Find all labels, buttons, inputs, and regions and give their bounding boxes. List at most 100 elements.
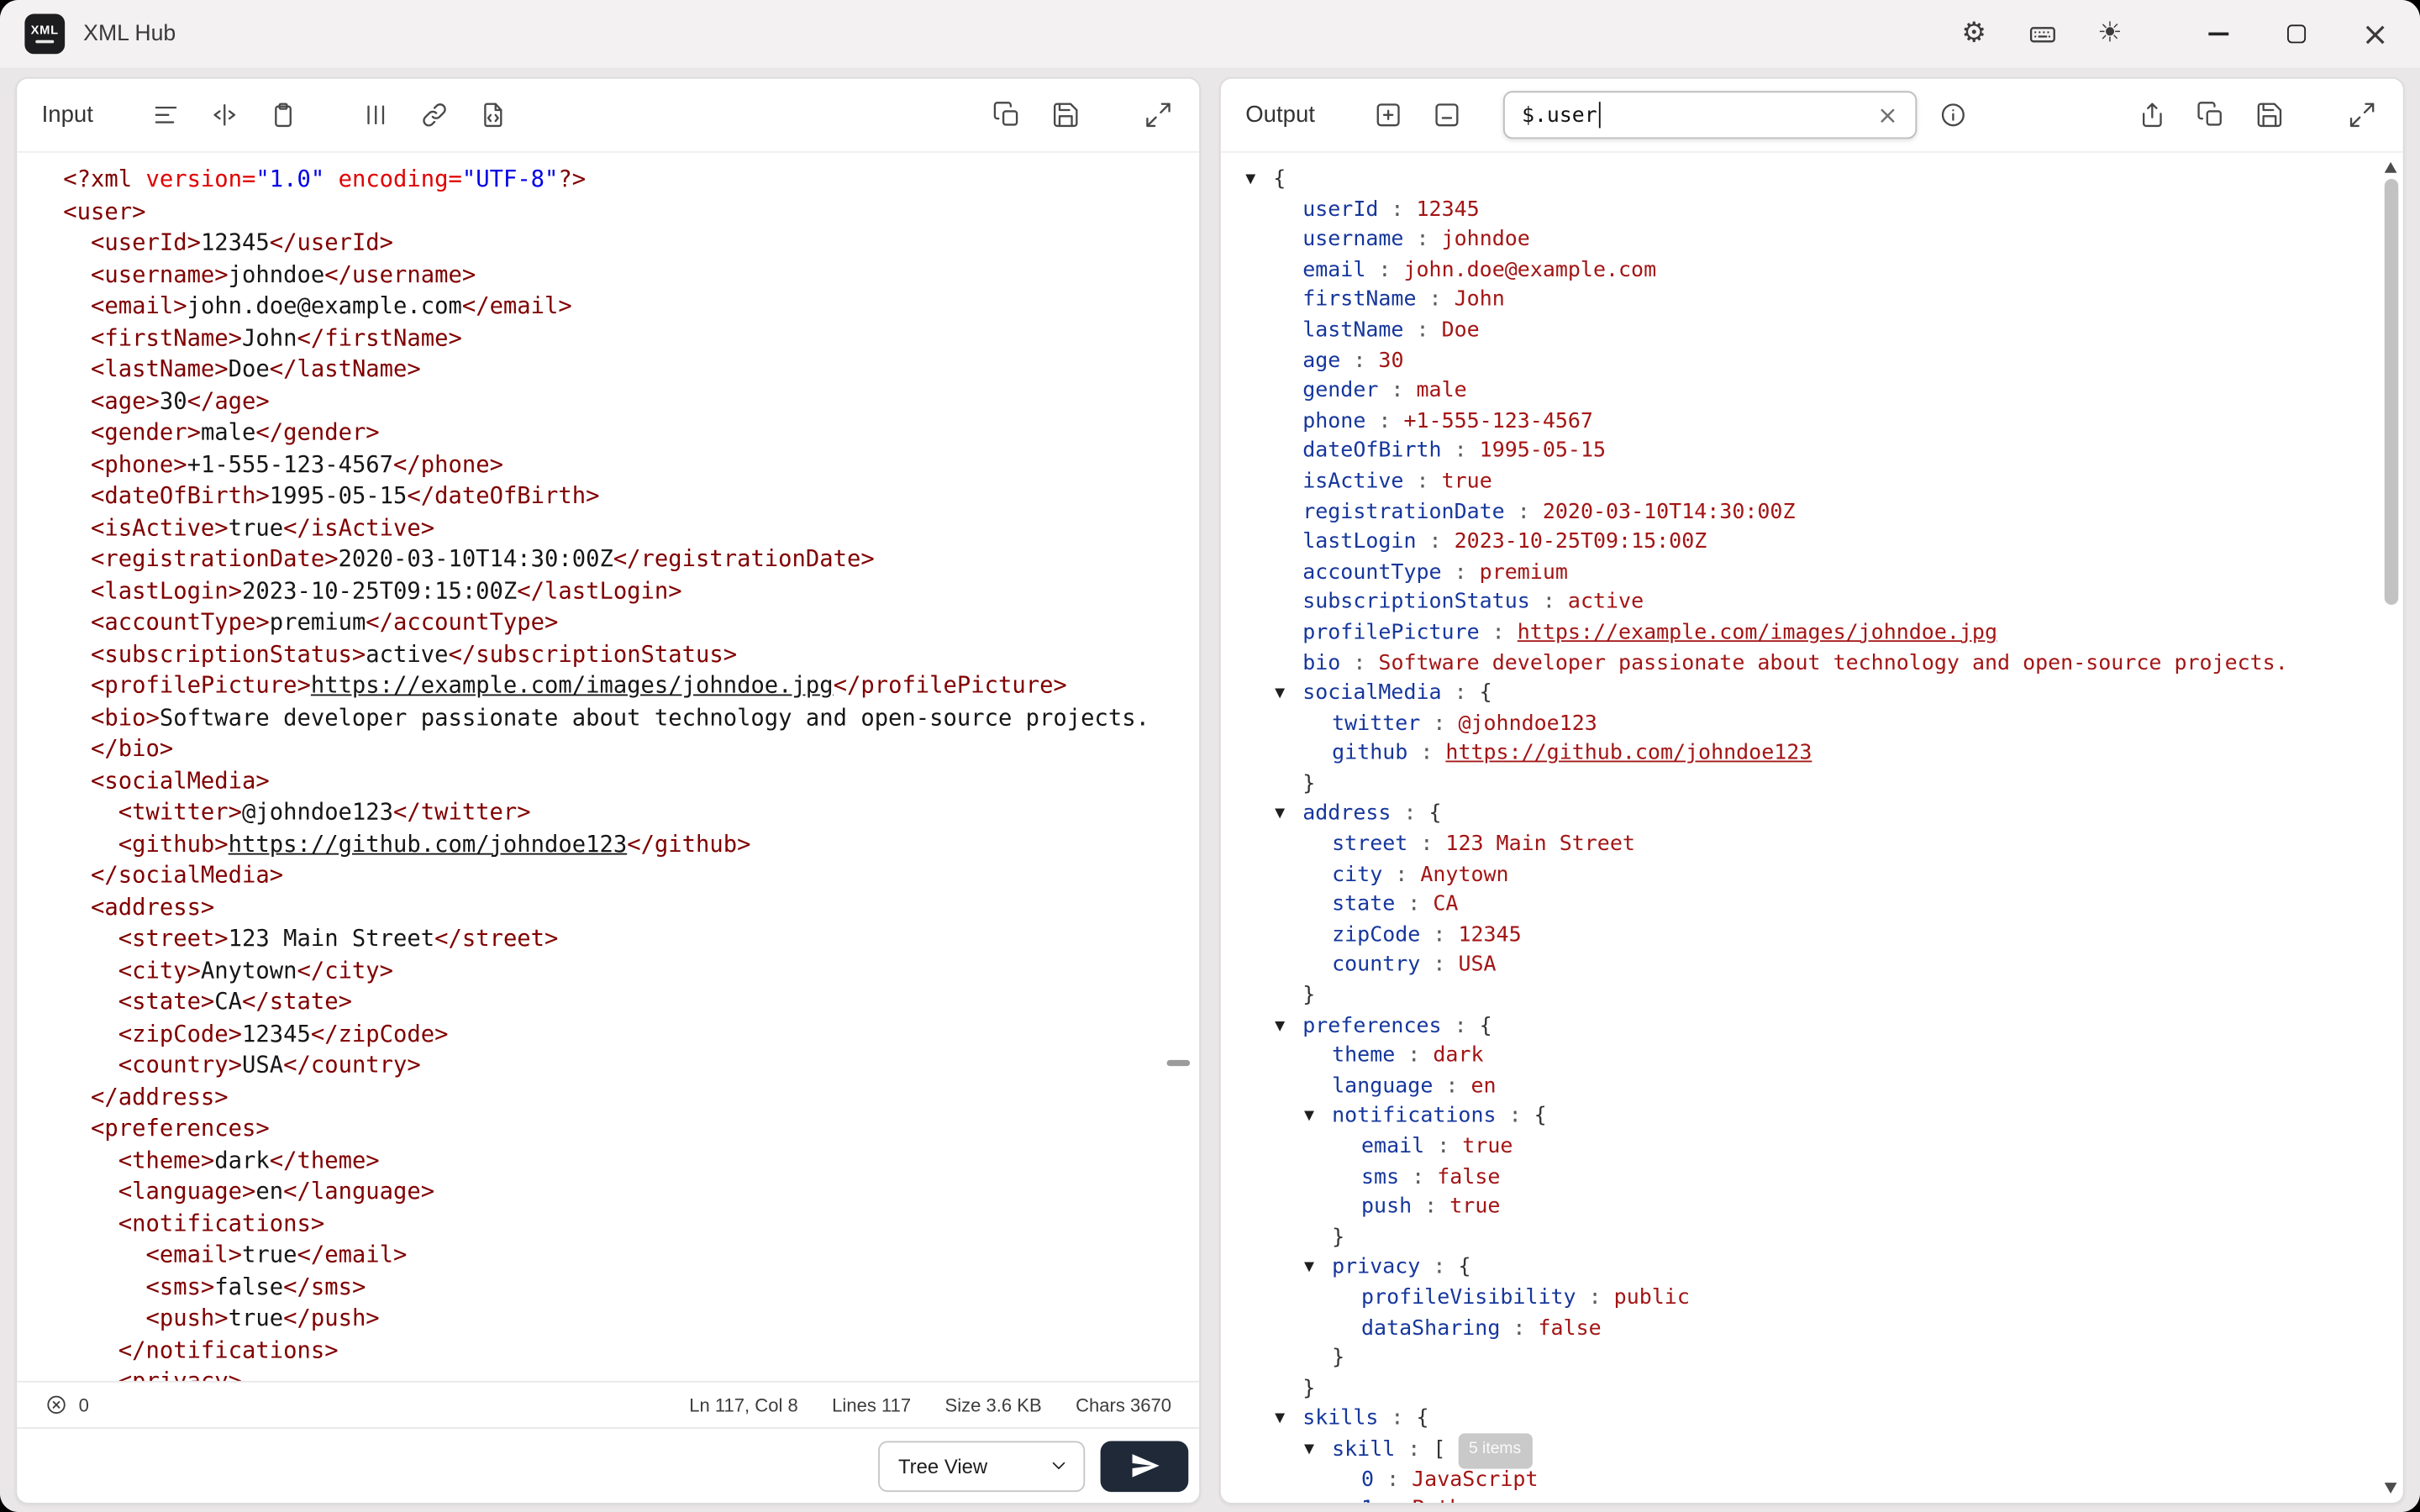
collapse-arrow-icon[interactable]: ▼ — [1275, 1012, 1302, 1042]
code-line: <email>john.doe@example.com</email> — [63, 291, 1186, 323]
close-button[interactable]: × — [2352, 11, 2398, 57]
tree-value-link[interactable]: https://example.com/images/johndoe.jpg — [1518, 620, 1997, 644]
collapse-arrow-icon[interactable]: ▼ — [1275, 680, 1302, 710]
minimize-icon — [2207, 33, 2228, 35]
tree-key: accountType — [1302, 559, 1441, 584]
collapse-arrow-icon[interactable]: ▼ — [1275, 1405, 1302, 1436]
save-output-button[interactable] — [2245, 92, 2291, 138]
collapse-arrow-icon[interactable]: ▼ — [1275, 801, 1302, 831]
collapse-arrow-icon[interactable]: ▼ — [1304, 1254, 1332, 1284]
sample-file-button[interactable] — [470, 92, 516, 138]
code-line: <isActive>true</isActive> — [63, 513, 1186, 545]
titlebar-right: ⚙ ☀ — [1951, 11, 2399, 57]
code-line: <user> — [63, 197, 1186, 228]
collapse-arrow-icon[interactable]: ▼ — [1304, 1103, 1332, 1133]
tree-value: false — [1538, 1315, 1601, 1340]
code-line: </socialMedia> — [63, 861, 1186, 893]
info-button[interactable] — [1929, 92, 1975, 138]
theme-toggle-button[interactable]: ☀ — [2086, 11, 2133, 57]
tree-node: age : 30 — [1221, 346, 2403, 376]
tree-node: } — [1221, 1344, 2403, 1374]
output-scrollbar[interactable] — [2381, 156, 2400, 1500]
json-tree-view[interactable]: ▼{userId : 12345username : johndoeemail … — [1221, 153, 2403, 1503]
tree-value: @johndoe123 — [1458, 711, 1597, 735]
code-line: <lastName>Doe</lastName> — [63, 354, 1186, 386]
tree-key: city — [1332, 862, 1382, 886]
expand-all-button[interactable] — [1365, 92, 1411, 138]
code-line: <country>USA</country> — [63, 1051, 1186, 1083]
code-line: <github>https://github.com/johndoe123</g… — [63, 829, 1186, 861]
url-import-button[interactable] — [411, 92, 457, 138]
tree-key: dateOfBirth — [1302, 438, 1441, 463]
expand-output-button[interactable] — [2338, 92, 2385, 138]
copy-icon — [992, 100, 1021, 129]
tree-node: lastName : Doe — [1221, 316, 2403, 346]
clear-search-button[interactable]: × — [1872, 99, 1903, 130]
minus-square-icon — [1432, 100, 1461, 129]
clipboard-icon — [268, 100, 297, 129]
tree-node: email : john.doe@example.com — [1221, 255, 2403, 286]
tree-key: sms — [1361, 1164, 1399, 1189]
minimize-button[interactable] — [2195, 11, 2241, 57]
keyboard-shortcuts-button[interactable] — [2018, 11, 2065, 57]
tree-value: 2020-03-10T14:30:00Z — [1543, 499, 1796, 523]
app-window: XML XML Hub ⚙ ☀ — [0, 0, 2420, 1512]
tree-node: registrationDate : 2020-03-10T14:30:00Z — [1221, 497, 2403, 528]
search-input-value: $.user — [1522, 102, 1597, 127]
tree-key: lastLogin — [1302, 529, 1416, 554]
convert-button[interactable] — [1101, 1441, 1189, 1492]
tree-node: ▼skills : { — [1221, 1404, 2403, 1435]
settings-button[interactable]: ⚙ — [1951, 11, 1997, 57]
scroll-up-icon[interactable] — [2384, 162, 2396, 173]
tree-node: city : Anytown — [1221, 860, 2403, 890]
tree-node: theme : dark — [1221, 1042, 2403, 1072]
tree-key: phone — [1302, 408, 1365, 433]
minify-button[interactable] — [201, 92, 247, 138]
tree-value: premium — [1480, 559, 1568, 584]
tree-node: ▼preferences : { — [1221, 1011, 2403, 1042]
xml-code-editor[interactable]: <?xml version="1.0" encoding="UTF-8"?><u… — [17, 153, 1199, 1381]
link-icon — [419, 100, 449, 129]
collapse-all-button[interactable] — [1423, 92, 1470, 138]
text-caret — [1599, 102, 1601, 128]
copy-output-button[interactable] — [2187, 92, 2233, 138]
tree-value: johndoe — [1442, 227, 1530, 251]
tree-value: public — [1614, 1285, 1690, 1310]
save-icon — [1050, 100, 1080, 129]
maximize-button[interactable] — [2274, 11, 2320, 57]
input-panel-footer: Tree View — [17, 1427, 1199, 1503]
columns-button[interactable] — [352, 92, 398, 138]
tree-value: en — [1470, 1074, 1496, 1098]
scrollbar-thumb[interactable] — [2384, 179, 2398, 605]
tree-key: 0 — [1361, 1467, 1374, 1491]
tree-key: socialMedia — [1302, 680, 1441, 705]
save-button[interactable] — [1042, 92, 1088, 138]
code-line: <zipCode>12345</zipCode> — [63, 1019, 1186, 1051]
view-mode-select[interactable]: Tree View — [878, 1441, 1085, 1492]
tree-key: street — [1332, 832, 1407, 856]
titlebar: XML XML Hub ⚙ ☀ — [0, 0, 2420, 68]
code-line: <notifications> — [63, 1209, 1186, 1241]
tree-key: email — [1302, 257, 1365, 281]
collapse-arrow-icon[interactable]: ▼ — [1304, 1436, 1332, 1467]
tree-value: john.doe@example.com — [1403, 257, 1656, 281]
tree-node: } — [1221, 769, 2403, 800]
code-line: <bio>Software developer passionate about… — [63, 703, 1186, 735]
expand-icon — [1143, 100, 1172, 129]
tree-key: privacy — [1332, 1255, 1420, 1279]
format-button[interactable] — [143, 92, 189, 138]
share-button[interactable] — [2128, 92, 2175, 138]
tree-value-link[interactable]: https://github.com/johndoe123 — [1445, 741, 1812, 765]
paste-button[interactable] — [260, 92, 306, 138]
code-line: <email>true</email> — [63, 1241, 1186, 1273]
collapse-arrow-icon[interactable]: ▼ — [1245, 165, 1273, 196]
jsonpath-search-input[interactable]: $.user × — [1503, 91, 1917, 139]
tree-key: skill — [1332, 1437, 1395, 1462]
copy-button[interactable] — [983, 92, 1029, 138]
code-line: <privacy> — [63, 1367, 1186, 1381]
expand-button[interactable] — [1134, 92, 1181, 138]
scroll-down-icon[interactable] — [2384, 1483, 2396, 1494]
code-line: <gender>male</gender> — [63, 418, 1186, 450]
tree-value: CA — [1433, 892, 1458, 916]
editor-scrollbar-thumb[interactable] — [1167, 1060, 1191, 1065]
